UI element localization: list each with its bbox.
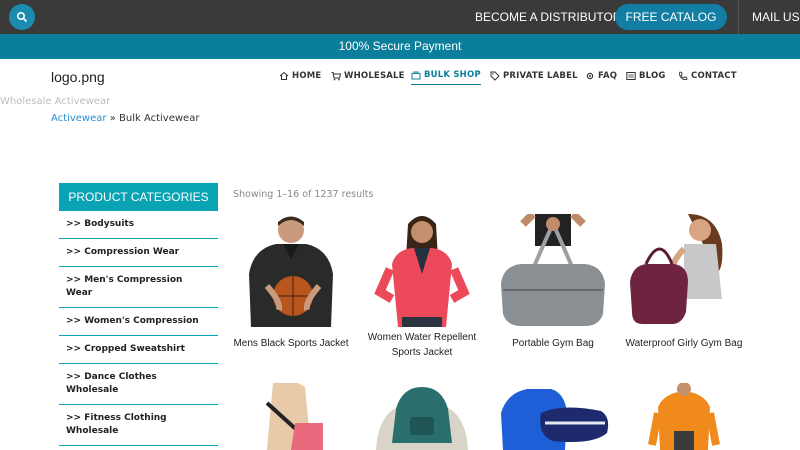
category-cropped-sweatshirt[interactable]: >> Cropped Sweatshirt — [59, 336, 218, 364]
product-name[interactable]: Portable Gym Bag — [493, 336, 613, 351]
product-card[interactable] — [362, 383, 482, 450]
nav-blog[interactable]: BLOG — [626, 67, 666, 85]
breadcrumb: Activewear » Bulk Activewear — [51, 113, 199, 124]
product-card[interactable]: Mens Black Sports Jacket — [231, 214, 351, 351]
product-name[interactable]: Waterproof Girly Gym Bag — [624, 336, 744, 351]
product-image[interactable] — [231, 214, 351, 327]
product-categories: PRODUCT CATEGORIES >> Bodysuits >> Compr… — [59, 183, 218, 446]
category-bodysuits[interactable]: >> Bodysuits — [59, 211, 218, 239]
nav-bulk-shop[interactable]: BULK SHOP — [411, 67, 481, 85]
phone-icon — [679, 71, 688, 81]
product-card[interactable]: Waterproof Girly Gym Bag — [624, 214, 744, 351]
categories-heading: PRODUCT CATEGORIES — [59, 183, 218, 211]
breadcrumb-separator: » — [106, 113, 119, 124]
product-image[interactable] — [362, 383, 482, 450]
main-nav: HOME WHOLESALE BULK SHOP PRIVATE LABEL F… — [0, 67, 800, 87]
secure-payment-bar: 100% Secure Payment — [0, 34, 800, 59]
product-image[interactable] — [231, 383, 351, 450]
product-card[interactable] — [231, 383, 351, 450]
blog-icon — [626, 72, 636, 80]
product-name[interactable]: Women Water Repellent Sports Jacket — [362, 330, 482, 360]
nav-home[interactable]: HOME — [279, 67, 321, 85]
category-compression-wear[interactable]: >> Compression Wear — [59, 239, 218, 267]
category-fitness-clothing[interactable]: >> Fitness Clothing Wholesale — [59, 405, 218, 446]
become-distributor-link[interactable]: BECOME A DISTRIBUTOR — [475, 0, 621, 34]
nav-home-label: HOME — [292, 71, 322, 81]
product-name[interactable]: Mens Black Sports Jacket — [231, 336, 351, 351]
gear-icon — [586, 72, 594, 80]
nav-bulk-shop-label: BULK SHOP — [424, 70, 481, 80]
nav-private-label-label: PRIVATE LABEL — [503, 71, 578, 81]
nav-blog-label: BLOG — [639, 71, 666, 81]
cart-icon — [331, 72, 341, 81]
search-icon — [16, 11, 28, 23]
nav-contact-label: CONTACT — [691, 71, 737, 81]
product-image[interactable] — [493, 214, 613, 327]
nav-private-label[interactable]: PRIVATE LABEL — [490, 67, 578, 85]
home-icon — [279, 71, 289, 80]
bag-icon — [411, 71, 421, 80]
product-card[interactable]: Women Water Repellent Sports Jacket — [362, 214, 482, 360]
product-image[interactable] — [624, 383, 744, 450]
search-button[interactable] — [9, 4, 35, 30]
nav-contact[interactable]: CONTACT — [678, 67, 737, 85]
nav-faq[interactable]: FAQ — [585, 67, 617, 85]
nav-wholesale-label: WHOLESALE — [344, 71, 405, 81]
product-card[interactable] — [493, 383, 613, 450]
mail-us-link[interactable]: MAIL US — [752, 0, 800, 34]
tag-icon — [490, 71, 500, 81]
product-image[interactable] — [493, 383, 613, 450]
product-card[interactable] — [624, 383, 744, 450]
free-catalog-button[interactable]: FREE CATALOG — [615, 4, 727, 30]
product-image[interactable] — [362, 214, 482, 327]
breadcrumb-link-activewear[interactable]: Activewear — [51, 113, 107, 124]
results-count: Showing 1–16 of 1237 results — [233, 189, 374, 200]
nav-faq-label: FAQ — [598, 71, 618, 81]
category-womens-compression[interactable]: >> Women's Compression — [59, 308, 218, 336]
nav-wholesale[interactable]: WHOLESALE — [331, 67, 405, 85]
category-mens-compression-wear[interactable]: >> Men's Compression Wear — [59, 267, 218, 308]
category-dance-clothes[interactable]: >> Dance Clothes Wholesale — [59, 364, 218, 405]
topbar-divider — [738, 0, 739, 34]
breadcrumb-current: Bulk Activewear — [119, 113, 200, 124]
page-title: Wholesale Activewear — [0, 96, 111, 107]
product-card[interactable]: Portable Gym Bag — [493, 214, 613, 351]
product-image[interactable] — [624, 214, 744, 327]
top-bar: BECOME A DISTRIBUTOR FREE CATALOG MAIL U… — [0, 0, 800, 34]
